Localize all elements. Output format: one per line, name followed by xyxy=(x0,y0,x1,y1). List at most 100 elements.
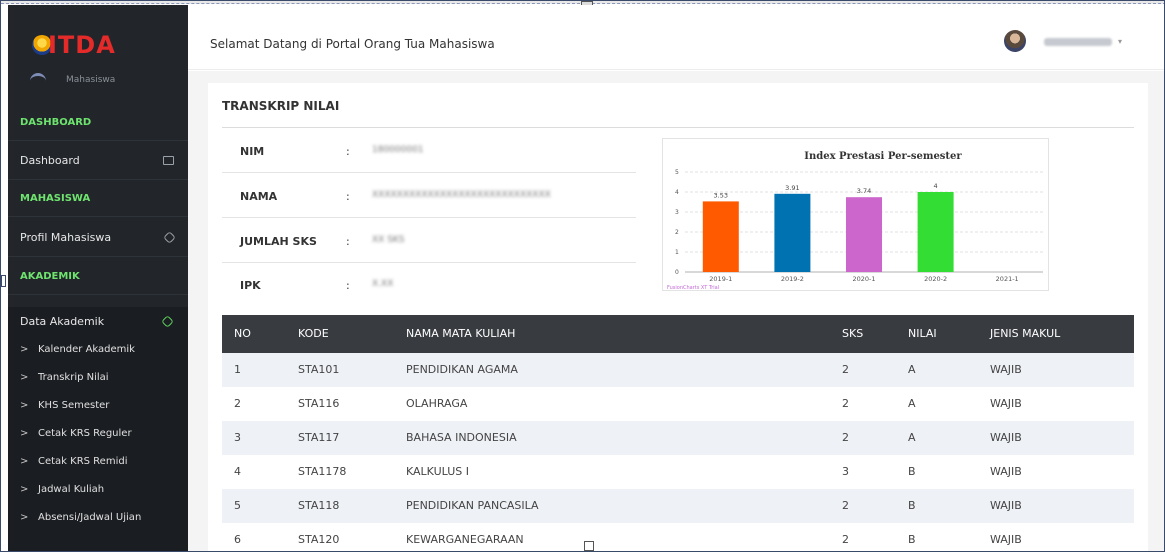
user-name-redacted[interactable] xyxy=(1044,38,1112,46)
cell-kode: STA120 xyxy=(298,533,340,546)
sidebar-item-data-akademik[interactable]: Data Akademik xyxy=(20,315,104,328)
col-header-kode[interactable]: KODE xyxy=(298,327,329,340)
info-colon: : xyxy=(346,279,350,292)
sidebar-item-profil[interactable]: Profil Mahasiswa xyxy=(8,219,188,257)
info-value-redacted: 180000001 xyxy=(372,145,424,155)
info-value-redacted: XX SKS xyxy=(372,235,405,245)
cell-nama: PENDIDIKAN AGAMA xyxy=(406,363,518,376)
table-row: 5 STA118 PENDIDIKAN PANCASILA 2 B WAJIB xyxy=(222,489,1134,523)
section-dashboard: DASHBOARD xyxy=(8,105,188,141)
monitor-icon xyxy=(163,156,174,165)
cell-no: 1 xyxy=(234,363,241,376)
cell-jenis: WAJIB xyxy=(990,499,1022,512)
submenu-label: Cetak KRS Reguler xyxy=(38,428,132,439)
submenu-item-absensi[interactable]: > Absensi/Jadwal Ujian xyxy=(20,511,141,525)
submenu-item-kalender[interactable]: > Kalender Akademik xyxy=(20,343,135,357)
app-logo[interactable]: ITDA xyxy=(8,5,188,73)
submenu-item-jadwal[interactable]: > Jadwal Kuliah xyxy=(20,483,104,497)
chart-title: Index Prestasi Per-semester xyxy=(804,151,962,162)
cell-sks: 2 xyxy=(842,397,849,410)
cube-icon xyxy=(163,231,176,244)
info-label: NIM xyxy=(240,145,265,158)
resize-handle-bottom[interactable] xyxy=(584,541,594,551)
table-row: 2 STA116 OLAHRAGA 2 A WAJIB xyxy=(222,387,1134,421)
y-tick-label: 0 xyxy=(675,269,679,276)
cell-no: 3 xyxy=(234,431,241,444)
chart-bar[interactable] xyxy=(774,193,811,272)
y-tick-label: 1 xyxy=(675,249,679,256)
welcome-text: Selamat Datang di Portal Orang Tua Mahas… xyxy=(210,37,495,51)
cell-sks: 2 xyxy=(842,363,849,376)
submenu-item-khs[interactable]: > KHS Semester xyxy=(20,399,109,413)
page-title: TRANSKRIP NILAI xyxy=(222,99,340,113)
chart-bar[interactable] xyxy=(846,197,882,272)
cell-no: 4 xyxy=(234,465,241,478)
submenu-item-transkrip[interactable]: > Transkrip Nilai xyxy=(20,371,109,385)
cell-jenis: WAJIB xyxy=(990,363,1022,376)
x-tick-label: 2019-2 xyxy=(781,275,804,283)
logo-subtitle: Mahasiswa xyxy=(66,75,116,85)
submenu-label: Cetak KRS Remidi xyxy=(38,456,128,467)
cell-kode: STA117 xyxy=(298,431,340,444)
cell-nama: KALKULUS I xyxy=(406,465,469,478)
top-header: Selamat Datang di Portal Orang Tua Mahas… xyxy=(188,5,1164,70)
cell-nilai: B xyxy=(908,533,916,546)
chevron-right-icon: > xyxy=(20,372,29,383)
submenu-item-krs-remidi[interactable]: > Cetak KRS Remidi xyxy=(20,455,127,469)
info-label: JUMLAH SKS xyxy=(240,235,317,248)
info-row-ipk: IPK : X.XX xyxy=(222,263,636,307)
col-header-sks[interactable]: SKS xyxy=(842,327,863,340)
cell-sks: 2 xyxy=(842,431,849,444)
table-row: 1 STA101 PENDIDIKAN AGAMA 2 A WAJIB xyxy=(222,353,1134,387)
logo-sub-emblem-icon xyxy=(30,73,46,81)
cell-nama: BAHASA INDONESIA xyxy=(406,431,517,444)
table-row: 3 STA117 BAHASA INDONESIA 2 A WAJIB xyxy=(222,421,1134,455)
cell-kode: STA1178 xyxy=(298,465,347,478)
sidebar-scroll-handle[interactable] xyxy=(1,275,6,287)
section-akademik: AKADEMIK xyxy=(8,259,188,295)
ip-chart: Index Prestasi Per-semester 3.53 3.91 3.74… xyxy=(662,138,1049,291)
sidebar: ITDA Mahasiswa DASHBOARD Dashboard MAHAS… xyxy=(8,5,188,551)
chevron-right-icon: > xyxy=(20,484,29,495)
cell-nilai: A xyxy=(908,431,916,444)
info-row-nim: NIM : 180000001 xyxy=(222,129,636,173)
cell-nama: KEWARGANEGARAAN xyxy=(406,533,524,546)
sidebar-item-label: Dashboard xyxy=(20,154,80,167)
cell-no: 2 xyxy=(234,397,241,410)
sidebar-item-label: Profil Mahasiswa xyxy=(20,231,112,244)
cell-sks: 2 xyxy=(842,499,849,512)
col-header-jenis[interactable]: JENIS MAKUL xyxy=(990,327,1060,340)
cell-nilai: B xyxy=(908,465,916,478)
y-tick-label: 4 xyxy=(675,189,679,196)
chevron-right-icon: > xyxy=(20,456,29,467)
table-row: 4 STA1178 KALKULUS I 3 B WAJIB xyxy=(222,455,1134,489)
submenu-label: KHS Semester xyxy=(38,400,110,411)
cell-kode: STA101 xyxy=(298,363,340,376)
col-header-nilai[interactable]: NILAI xyxy=(908,327,937,340)
cell-no: 5 xyxy=(234,499,241,512)
cell-nilai: B xyxy=(908,499,916,512)
submenu-label: Absensi/Jadwal Ujian xyxy=(38,512,142,523)
col-header-nama[interactable]: NAMA MATA KULIAH xyxy=(406,327,515,340)
chart-credit: FusionCharts XT Trial xyxy=(667,285,719,291)
info-value-redacted: XXXXXXXXXXXXXXXXXXXXXXXXXXXXX xyxy=(372,190,551,200)
submenu-item-krs-reguler[interactable]: > Cetak KRS Reguler xyxy=(20,427,132,441)
x-tick-label: 2019-1 xyxy=(709,275,732,283)
chart-bar[interactable] xyxy=(917,192,954,272)
cell-nilai: A xyxy=(908,363,916,376)
submenu-label: Jadwal Kuliah xyxy=(38,484,105,495)
info-row-jumlah-sks: JUMLAH SKS : XX SKS xyxy=(222,219,636,263)
sidebar-item-dashboard[interactable]: Dashboard xyxy=(8,142,188,180)
info-value-redacted: X.XX xyxy=(372,279,394,289)
cell-nama: PENDIDIKAN PANCASILA xyxy=(406,499,539,512)
info-colon: : xyxy=(346,190,350,203)
avatar[interactable] xyxy=(1004,30,1026,52)
y-tick-label: 3 xyxy=(675,209,679,216)
submenu-data-akademik: Data Akademik > Kalender Akademik > Transk… xyxy=(8,307,188,551)
chevron-right-icon: > xyxy=(20,400,29,411)
col-header-no[interactable]: NO xyxy=(234,327,251,340)
chart-bar[interactable] xyxy=(702,201,739,272)
title-divider xyxy=(222,127,1134,128)
caret-down-icon[interactable]: ▾ xyxy=(1118,37,1122,46)
table-row: 6 STA120 KEWARGANEGARAAN 2 B WAJIB xyxy=(222,523,1134,551)
